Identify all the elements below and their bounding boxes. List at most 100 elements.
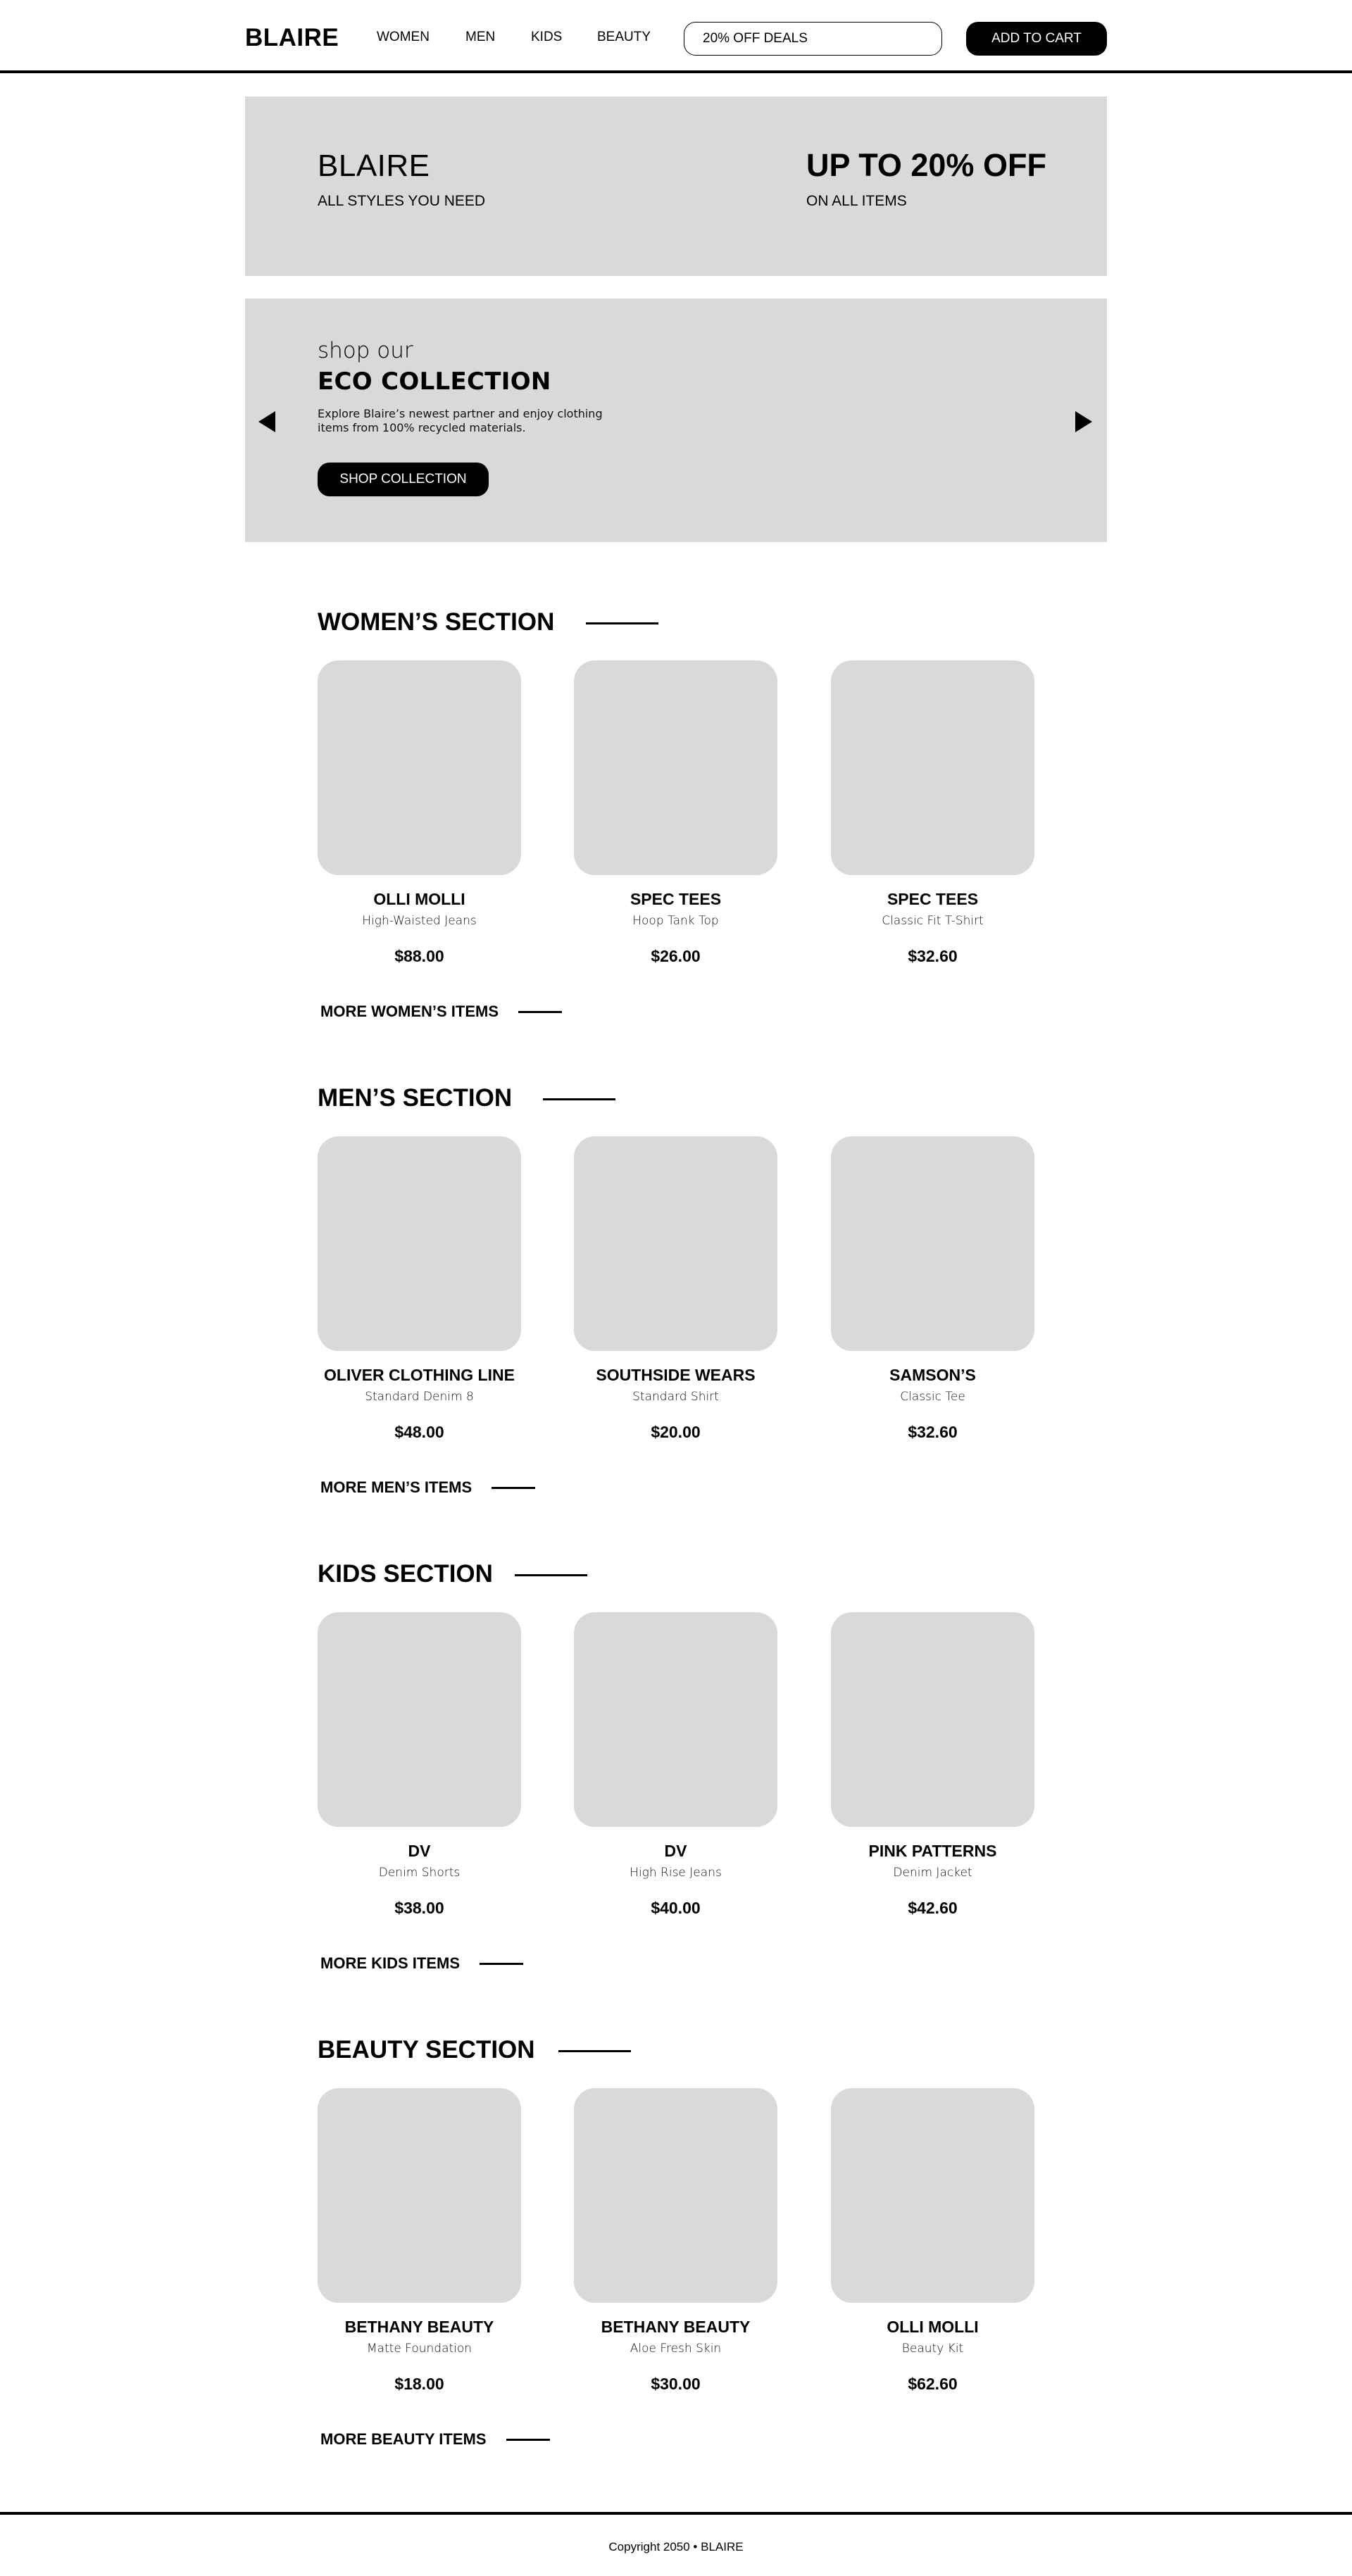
product-card[interactable]: PINK PATTERNS Denim Jacket $42.60: [831, 1612, 1034, 1918]
product-card[interactable]: DV Denim Shorts $38.00: [318, 1612, 521, 1918]
product-brand: SPEC TEES: [630, 890, 722, 908]
promo-offer-sub: ON ALL ITEMS: [806, 193, 907, 209]
product-image[interactable]: [831, 1612, 1034, 1827]
carousel-next-icon[interactable]: [1075, 411, 1092, 432]
product-card[interactable]: SOUTHSIDE WEARS Standard Shirt $20.00: [574, 1136, 777, 1442]
product-name: Beauty Kit: [901, 2342, 964, 2356]
product-card[interactable]: OLIVER CLOTHING LINE Standard Denim 8 $4…: [318, 1136, 521, 1442]
product-card[interactable]: SPEC TEES Classic Fit T-Shirt $32.60: [831, 660, 1034, 966]
product-card[interactable]: SAMSON’S Classic Tee $32.60: [831, 1136, 1034, 1442]
product-price: $48.00: [394, 1423, 444, 1441]
product-card[interactable]: DV High Rise Jeans $40.00: [574, 1612, 777, 1918]
footer-copyright: Copyright 2050 • BLAIRE: [608, 2540, 744, 2553]
product-brand: DV: [408, 1842, 431, 1860]
more-kids-items-link[interactable]: MORE KIDS ITEMS: [320, 1954, 524, 1973]
product-brand: OLLI MOLLI: [373, 890, 465, 908]
product-brand: DV: [664, 1842, 687, 1860]
product-name: Denim Shorts: [378, 1866, 461, 1880]
beauty-section: BEAUTY SECTION BETHANY BEAUTY Matte Foun…: [318, 2036, 1034, 2512]
product-image[interactable]: [574, 660, 777, 875]
product-price: $62.60: [908, 2375, 958, 2393]
more-mens-items-link[interactable]: MORE MEN’S ITEMS: [320, 1478, 536, 1497]
product-image[interactable]: [831, 2088, 1034, 2303]
product-image[interactable]: [574, 2088, 777, 2303]
product-name: Standard Shirt: [632, 1390, 719, 1404]
product-price: $32.60: [908, 1423, 958, 1441]
footer-divider: [0, 2512, 1352, 2515]
section-divider: [586, 622, 658, 624]
womens-section: WOMEN’S SECTION OLLI MOLLI High-Waisted …: [318, 608, 1034, 1084]
kids-section: KIDS SECTION DV Denim Shorts $38.00 DV H…: [318, 1560, 1034, 2036]
product-brand: OLIVER CLOTHING LINE: [324, 1366, 515, 1384]
eco-kicker: shop our: [318, 338, 413, 363]
product-brand: SPEC TEES: [887, 890, 979, 908]
product-price: $20.00: [651, 1423, 701, 1441]
nav-item-beauty[interactable]: BEAUTY: [597, 29, 651, 46]
product-brand: BETHANY BEAUTY: [601, 2318, 751, 2336]
section-divider: [543, 1098, 615, 1100]
product-price: $40.00: [651, 1899, 701, 1917]
shop-collection-button[interactable]: SHOP COLLECTION: [318, 463, 489, 496]
product-name: High-Waisted Jeans: [362, 914, 477, 928]
product-name: Classic Tee: [900, 1390, 965, 1404]
promo-offer: UP TO 20% OFF: [806, 147, 1046, 183]
more-link-label: MORE MEN’S ITEMS: [320, 1478, 472, 1496]
product-brand: BETHANY BEAUTY: [344, 2318, 494, 2336]
more-link-line: [518, 1010, 562, 1013]
product-card[interactable]: OLLI MOLLI Beauty Kit $62.60: [831, 2088, 1034, 2394]
product-image[interactable]: [318, 1612, 521, 1827]
nav-item-kids[interactable]: KIDS: [531, 29, 562, 46]
product-brand: SOUTHSIDE WEARS: [596, 1366, 756, 1384]
product-image[interactable]: [318, 2088, 521, 2303]
product-card[interactable]: BETHANY BEAUTY Aloe Fresh Skin $30.00: [574, 2088, 777, 2394]
carousel-prev-icon[interactable]: [258, 411, 275, 432]
more-link-label: MORE KIDS ITEMS: [320, 1954, 461, 1972]
eco-collection-carousel: shop our ECO COLLECTION Explore Blaire’s…: [245, 299, 1107, 542]
product-image[interactable]: [318, 660, 521, 875]
product-name: Denim Jacket: [893, 1866, 972, 1880]
product-brand: PINK PATTERNS: [868, 1842, 997, 1860]
section-title: WOMEN’S SECTION: [318, 608, 555, 636]
section-title: MEN’S SECTION: [318, 1084, 513, 1112]
section-title: KIDS SECTION: [318, 1560, 493, 1588]
product-card[interactable]: OLLI MOLLI High-Waisted Jeans $88.00: [318, 660, 521, 966]
product-image[interactable]: [831, 660, 1034, 875]
section-divider: [558, 2050, 631, 2052]
more-link-line: [480, 1962, 524, 1965]
product-card[interactable]: BETHANY BEAUTY Matte Foundation $18.00: [318, 2088, 521, 2394]
product-image[interactable]: [574, 1612, 777, 1827]
product-price: $26.00: [651, 947, 701, 965]
more-link-label: MORE WOMEN’S ITEMS: [320, 1003, 499, 1020]
promo-brand: BLAIRE: [318, 149, 430, 183]
deals-field[interactable]: [684, 22, 942, 56]
product-price: $32.60: [908, 947, 958, 965]
nav-item-women[interactable]: WOMEN: [377, 29, 430, 46]
logo[interactable]: BLAIRE: [245, 24, 339, 52]
more-womens-items-link[interactable]: MORE WOMEN’S ITEMS: [320, 1002, 562, 1022]
product-price: $88.00: [394, 947, 444, 965]
product-name: High Rise Jeans: [630, 1866, 722, 1880]
product-price: $30.00: [651, 2375, 701, 2393]
eco-description: Explore Blaire’s newest partner and enjo…: [318, 407, 603, 434]
more-beauty-items-link[interactable]: MORE BEAUTY ITEMS: [320, 2430, 550, 2449]
nav-item-men[interactable]: MEN: [465, 29, 495, 46]
promo-tagline: ALL STYLES YOU NEED: [318, 193, 486, 209]
more-link-label: MORE BEAUTY ITEMS: [320, 2430, 487, 2448]
section-divider: [515, 1574, 587, 1576]
product-price: $18.00: [394, 2375, 444, 2393]
product-name: Aloe Fresh Skin: [630, 2342, 722, 2356]
promo-banner: BLAIRE ALL STYLES YOU NEED UP TO 20% OFF…: [245, 96, 1107, 276]
product-card[interactable]: SPEC TEES Hoop Tank Top $26.00: [574, 660, 777, 966]
product-name: Classic Fit T-Shirt: [882, 914, 984, 928]
site-header: BLAIRE WOMEN MEN KIDS BEAUTY ADD TO CART: [0, 0, 1352, 73]
product-image[interactable]: [318, 1136, 521, 1351]
section-title: BEAUTY SECTION: [318, 2036, 535, 2063]
product-brand: OLLI MOLLI: [887, 2318, 979, 2336]
add-to-cart-button[interactable]: ADD TO CART: [966, 22, 1107, 56]
product-image[interactable]: [831, 1136, 1034, 1351]
product-image[interactable]: [574, 1136, 777, 1351]
product-price: $42.60: [908, 1899, 958, 1917]
product-name: Hoop Tank Top: [632, 914, 719, 928]
product-price: $38.00: [394, 1899, 444, 1917]
product-name: Standard Denim 8: [365, 1390, 474, 1404]
